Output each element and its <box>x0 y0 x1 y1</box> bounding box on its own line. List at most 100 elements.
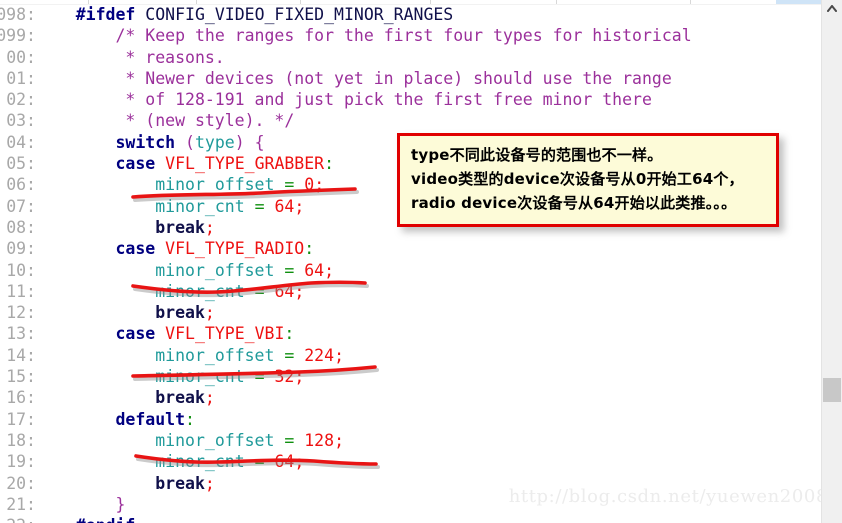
line-number: 09: <box>6 239 36 259</box>
code-token: ; <box>294 196 305 216</box>
code-token: = <box>284 260 295 280</box>
code-line-text: break; <box>36 474 215 493</box>
code-line[interactable]: 11: minor_cnt = 64; <box>0 281 822 302</box>
annotation-line: radio device次设备号从64开始以此类推。。。 <box>411 194 737 212</box>
code-line-text: minor_offset = 0; <box>36 175 324 194</box>
code-line-text: case VFL_TYPE_VBI: <box>36 324 294 343</box>
code-line-text: default: <box>36 410 194 429</box>
code-token: } <box>115 494 126 514</box>
code-line[interactable]: 14: minor_offset = 224; <box>0 345 822 366</box>
code-token: VFL_TYPE_GRABBER <box>165 154 325 174</box>
code-line[interactable]: 18: minor_offset = 128; <box>0 430 822 451</box>
code-token: ; <box>334 430 344 450</box>
code-line-text: minor_cnt = 32; <box>36 367 304 386</box>
code-token: break <box>155 473 205 493</box>
code-token: = <box>284 345 295 365</box>
code-line[interactable]: 17: default: <box>0 409 822 430</box>
code-line[interactable]: 00: * reasons. <box>0 47 822 68</box>
code-line[interactable]: 098: #ifdef CONFIG_VIDEO_FIXED_MINOR_RAN… <box>0 4 822 25</box>
code-token: case <box>115 239 156 259</box>
code-token: minor_cnt <box>155 281 245 301</box>
code-token: = <box>254 452 265 472</box>
line-number: 11: <box>6 281 36 301</box>
code-token: : <box>324 154 335 174</box>
vertical-scrollbar[interactable] <box>821 0 842 523</box>
code-token: ; <box>294 452 305 472</box>
annotation-line: video类型的device次设备号从0开始工64个， <box>411 170 744 188</box>
code-line-text: * reasons. <box>36 48 224 67</box>
code-line-text: case VFL_TYPE_RADIO: <box>36 239 314 258</box>
code-line[interactable]: 19: minor_cnt = 64; <box>0 451 822 472</box>
code-token: #ifdef <box>75 5 136 24</box>
line-number: 19: <box>6 452 36 472</box>
code-token: * of 128-191 and just pick the first fre… <box>125 90 652 110</box>
scrollbar-thumb[interactable] <box>823 378 841 402</box>
code-token: { <box>254 132 265 152</box>
code-line[interactable]: 16: break; <box>0 387 822 408</box>
code-line-text: } <box>36 495 125 514</box>
code-token: 128 <box>304 430 335 450</box>
code-line[interactable]: 02: * of 128-191 and just pick the first… <box>0 89 822 110</box>
code-token: = <box>254 367 265 387</box>
code-line[interactable]: 13: case VFL_TYPE_VBI: <box>0 323 822 344</box>
source-code-view[interactable]: 098: #ifdef CONFIG_VIDEO_FIXED_MINOR_RAN… <box>0 4 822 523</box>
code-line-text: case VFL_TYPE_GRABBER: <box>36 154 334 173</box>
code-token: 64 <box>274 281 295 301</box>
code-token: 224 <box>304 345 335 365</box>
code-line[interactable]: 03: * (new style). */ <box>0 110 822 131</box>
code-token: : <box>284 324 295 344</box>
code-line[interactable]: 099: /* Keep the ranges for the first fo… <box>0 25 822 46</box>
code-token: CONFIG_VIDEO_FIXED_MINOR_RANGES <box>145 5 454 24</box>
code-line[interactable]: 10: minor_offset = 64; <box>0 260 822 281</box>
code-line[interactable]: 12: break; <box>0 302 822 323</box>
line-number: 15: <box>6 367 36 387</box>
code-line[interactable]: 09: case VFL_TYPE_RADIO: <box>0 238 822 259</box>
code-token: ; <box>294 281 305 301</box>
code-line-text: minor_cnt = 64; <box>36 452 304 471</box>
line-number: 098: <box>0 5 36 24</box>
code-line-text: minor_cnt = 64; <box>36 197 304 216</box>
code-token: minor_cnt <box>155 452 245 472</box>
code-token: #endif <box>76 516 136 523</box>
code-token: /* Keep the ranges for the first four ty… <box>115 26 692 46</box>
code-line-text: break; <box>36 218 215 237</box>
code-token: 64 <box>274 196 295 216</box>
line-number: 00: <box>6 47 36 67</box>
code-line[interactable]: 22: #endif <box>0 515 822 523</box>
line-number: 10: <box>6 260 36 280</box>
code-line-text: * Newer devices (not yet in place) shoul… <box>36 69 671 88</box>
line-number: 20: <box>6 473 36 493</box>
line-number: 17: <box>6 409 36 429</box>
code-line[interactable]: 01: * Newer devices (not yet in place) s… <box>0 68 822 89</box>
code-token: ; <box>204 217 215 237</box>
code-token: VFL_TYPE_VBI <box>165 324 285 344</box>
annotation-callout: type不同此设备号的范围也不一样。 video类型的device次设备号从0开… <box>397 133 779 227</box>
code-token: 0 <box>304 175 315 195</box>
scroll-up-button[interactable] <box>822 0 842 18</box>
code-line[interactable]: 15: minor_cnt = 32; <box>0 366 822 387</box>
code-token: 32 <box>274 367 295 387</box>
